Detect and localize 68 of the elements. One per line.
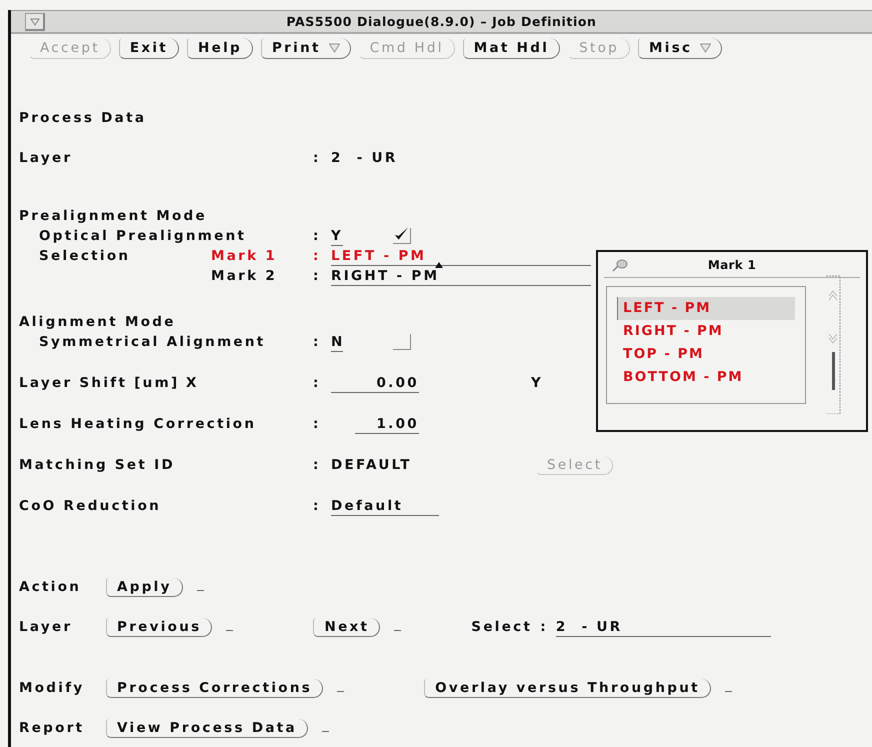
scrollbar-drawing[interactable] xyxy=(824,274,842,414)
input-field[interactable]: 2 - UR xyxy=(556,618,771,636)
checkbox[interactable] xyxy=(393,334,411,350)
field-label: Matching Set ID xyxy=(19,457,175,473)
field-label: Selection xyxy=(39,248,130,264)
action-label: Layer xyxy=(19,619,74,635)
colon: : xyxy=(313,416,322,432)
list-item[interactable]: TOP - PM xyxy=(617,343,795,366)
colon: : xyxy=(313,457,322,473)
colon: : xyxy=(313,268,322,284)
section-heading: Alignment Mode xyxy=(19,314,176,330)
list-item[interactable]: RIGHT - PM xyxy=(617,320,795,343)
menu-button[interactable]: Print xyxy=(260,38,351,58)
colon: : xyxy=(313,498,322,514)
toolbar-button[interactable]: Help xyxy=(187,38,253,58)
field-label: Layer xyxy=(19,150,72,166)
colon: : xyxy=(313,375,322,391)
field-label: Optical Prealignment xyxy=(39,228,246,244)
action-label: Report xyxy=(19,720,86,736)
colon: : xyxy=(540,619,548,635)
list-item[interactable]: BOTTOM - PM xyxy=(617,366,795,389)
action-button[interactable]: Next xyxy=(313,618,380,636)
list-item[interactable]: LEFT - PM xyxy=(617,297,795,320)
popup-title: Mark 1 xyxy=(708,258,756,272)
field-value: 2 - UR xyxy=(331,150,398,166)
mark-label: Mark 2 xyxy=(211,268,278,284)
field-value: DEFAULT xyxy=(331,457,413,473)
input-field[interactable]: RIGHT - PM xyxy=(331,266,591,286)
toolbar-button[interactable]: Mat Hdl xyxy=(462,38,560,58)
toolbar-button[interactable]: Exit xyxy=(118,38,180,58)
input-field[interactable]: N xyxy=(331,332,343,352)
field-label: Symmetrical Alignment xyxy=(39,334,266,350)
axis-label: Y xyxy=(531,375,544,391)
dropdown-field[interactable]: Default xyxy=(331,496,439,516)
field-label: Lens Heating Correction xyxy=(19,416,256,432)
action-button[interactable]: Apply xyxy=(106,578,183,596)
shortcut-mark xyxy=(337,690,344,692)
input-field[interactable]: LEFT - PM xyxy=(331,246,591,266)
action-label: Modify xyxy=(19,680,86,696)
colon: : xyxy=(313,150,322,166)
field-label: Layer Shift [um] xyxy=(19,375,180,391)
section-heading: Prealignment Mode xyxy=(19,208,207,224)
field-label: Select xyxy=(471,619,532,635)
action-button[interactable]: Process Corrections xyxy=(106,678,324,698)
axis-label: X xyxy=(186,375,199,391)
input-field[interactable]: Y xyxy=(331,226,343,246)
menu-button[interactable]: Misc xyxy=(638,38,722,58)
dropdown-triangle-icon xyxy=(700,42,712,52)
input-field[interactable]: 0.00 xyxy=(331,374,419,392)
window-menu-button[interactable] xyxy=(25,13,45,31)
shortcut-mark xyxy=(724,690,732,692)
text-caret-icon xyxy=(435,262,443,268)
colon: : xyxy=(313,248,322,264)
action-button[interactable]: Previous xyxy=(106,618,212,636)
action-button[interactable]: Overlay versus Throughput xyxy=(424,678,711,698)
colon: : xyxy=(313,228,322,244)
dropdown-triangle-icon xyxy=(328,42,340,52)
shortcut-mark xyxy=(322,730,329,732)
input-field[interactable]: 1.00 xyxy=(355,414,419,434)
field-label: CoO Reduction xyxy=(19,498,162,514)
section-heading: Process Data xyxy=(19,110,146,126)
checkbox[interactable] xyxy=(393,228,411,244)
mark-label: Mark 1 xyxy=(211,248,278,264)
action-button[interactable]: View Process Data xyxy=(106,718,308,738)
window-title: PAS5500 Dialogue(8.9.0) – Job Definition xyxy=(286,14,597,29)
action-label: Action xyxy=(19,579,82,595)
triangle-icon xyxy=(30,18,40,26)
colon: : xyxy=(313,334,322,350)
